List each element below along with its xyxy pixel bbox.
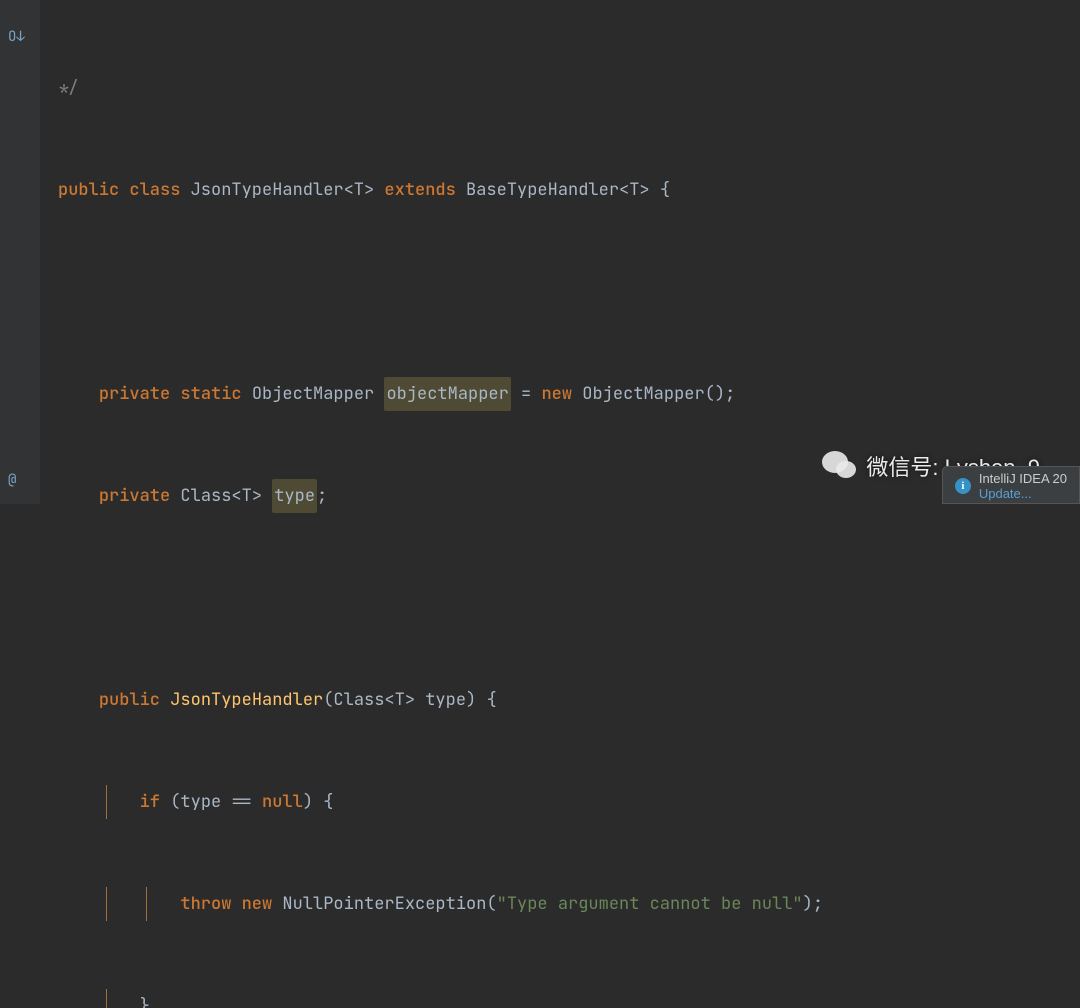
info-icon: i — [955, 478, 971, 494]
code-line: private Class<T> type; — [58, 479, 1080, 513]
editor-container: O↓ @ */ public class JsonTypeHandler<T> … — [0, 0, 1080, 504]
highlighted-field: type — [272, 479, 317, 513]
code-line: */ — [58, 71, 1080, 105]
override-gutter-icon[interactable]: O↓ — [8, 28, 25, 46]
code-line — [58, 275, 1080, 309]
wechat-icon — [822, 451, 858, 481]
code-line: public class JsonTypeHandler<T> extends … — [58, 173, 1080, 207]
code-line: public JsonTypeHandler(Class<T> type) { — [58, 683, 1080, 717]
gutter: O↓ @ — [0, 0, 40, 504]
code-line: private static ObjectMapper objectMapper… — [58, 377, 1080, 411]
update-link[interactable]: Update... — [979, 486, 1067, 501]
code-line — [58, 581, 1080, 615]
annotation-gutter-icon[interactable]: @ — [8, 471, 16, 489]
update-notification[interactable]: i IntelliJ IDEA 20 Update... — [942, 466, 1080, 504]
highlighted-field: objectMapper — [384, 377, 510, 411]
code-line: } — [58, 989, 1080, 1008]
notification-title: IntelliJ IDEA 20 — [979, 471, 1067, 486]
code-line: if (type == null) { — [58, 785, 1080, 819]
code-line: throw new NullPointerException("Type arg… — [58, 887, 1080, 921]
code-area[interactable]: */ public class JsonTypeHandler<T> exten… — [40, 0, 1080, 504]
